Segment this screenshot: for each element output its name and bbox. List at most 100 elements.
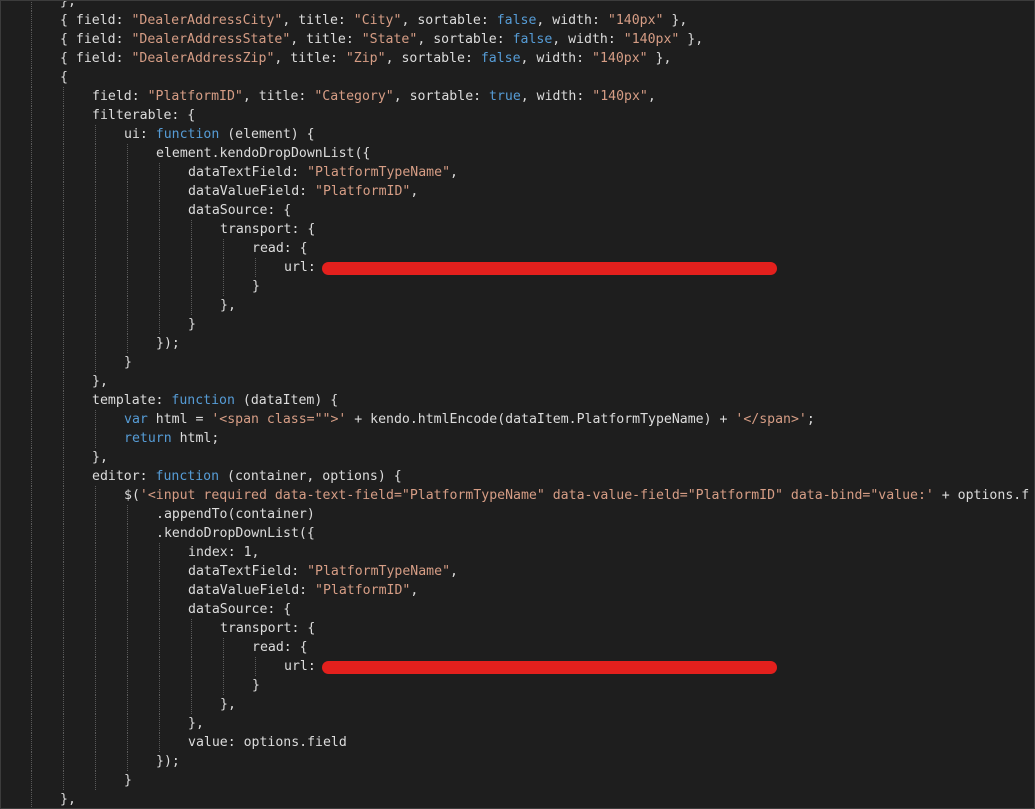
indent-guide — [127, 505, 128, 524]
indent-guide — [223, 657, 224, 676]
code-token: , title: — [274, 51, 346, 66]
code-line: { — [60, 68, 68, 87]
code-line: read: { — [252, 638, 308, 657]
code-token: filterable: { — [92, 108, 196, 123]
code-token: index: 1, — [188, 545, 260, 560]
redaction-mark — [322, 661, 777, 674]
indent-guide — [63, 144, 64, 163]
code-line: ui: function (element) { — [124, 125, 315, 144]
indent-guide — [63, 391, 64, 410]
code-token: , — [410, 583, 419, 598]
indent-guide — [127, 695, 128, 714]
indent-guide — [159, 182, 160, 201]
code-line: }, — [92, 372, 108, 391]
code-token: field: — [92, 89, 148, 104]
code-token: }, — [92, 374, 108, 389]
code-token: .appendTo(container) — [156, 507, 315, 522]
indent-guide — [63, 125, 64, 144]
indent-guide — [63, 600, 64, 619]
indent-guide — [31, 638, 32, 657]
indent-guide — [63, 771, 64, 790]
indent-guide — [127, 619, 128, 638]
indent-guide — [191, 676, 192, 695]
code-token: true — [489, 89, 521, 104]
code-editor[interactable]: },{ field: "DealerAddressCity", title: "… — [0, 0, 1035, 809]
indent-guide — [127, 524, 128, 543]
indent-guide — [191, 619, 192, 638]
code-line: } — [124, 353, 132, 372]
code-token: url: — [284, 659, 324, 674]
indent-guide — [159, 258, 160, 277]
code-token: function — [155, 127, 220, 142]
code-token: var — [124, 412, 148, 427]
code-token: editor: — [92, 469, 156, 484]
indent-guide — [95, 296, 96, 315]
indent-guide — [31, 695, 32, 714]
code-token: transport: { — [220, 222, 316, 237]
indent-guide — [127, 657, 128, 676]
code-token: { field: — [60, 51, 132, 66]
code-token: } — [188, 317, 196, 332]
indent-guide — [31, 524, 32, 543]
code-line: element.kendoDropDownList({ — [156, 144, 370, 163]
indent-guide — [159, 315, 160, 334]
code-token: "PlatformTypeName" — [307, 165, 451, 180]
indent-guide — [95, 429, 96, 448]
code-token: $( — [124, 488, 140, 503]
indent-guide — [31, 144, 32, 163]
indent-guide — [95, 676, 96, 695]
code-token: '<span class="">' — [211, 412, 347, 427]
indent-guide — [127, 581, 128, 600]
code-line: dataValueField: "PlatformID", — [188, 581, 418, 600]
code-token: } — [124, 773, 132, 788]
code-token: dataSource: { — [188, 203, 292, 218]
indent-guide — [127, 733, 128, 752]
code-line: dataTextField: "PlatformTypeName", — [188, 562, 458, 581]
indent-guide — [95, 486, 96, 505]
indent-guide — [255, 258, 256, 277]
indent-guide — [63, 581, 64, 600]
indent-guide — [127, 543, 128, 562]
indent-guide — [63, 562, 64, 581]
code-token: "DealerAddressState" — [131, 32, 291, 47]
code-line: transport: { — [220, 220, 315, 239]
code-token: dataTextField: — [188, 564, 308, 579]
code-token: { — [60, 70, 68, 85]
indent-guide — [63, 467, 64, 486]
indent-guide — [63, 296, 64, 315]
indent-guide — [95, 353, 96, 372]
code-token: false — [512, 32, 553, 47]
indent-guide — [127, 752, 128, 771]
code-line: dataValueField: "PlatformID", — [188, 182, 418, 201]
code-line: var html = '<span class="">' + kendo.htm… — [124, 410, 815, 429]
code-token: "PlatformID" — [315, 583, 411, 598]
indent-guide — [31, 410, 32, 429]
code-token: "PlatformID" — [147, 89, 243, 104]
code-line: }, — [188, 714, 204, 733]
code-line: { field: "DealerAddressZip", title: "Zip… — [60, 49, 671, 68]
indent-guide — [63, 201, 64, 220]
indent-guide — [31, 790, 32, 808]
indent-guide — [159, 638, 160, 657]
code-token: value: options.field — [188, 735, 347, 750]
indent-guide — [95, 771, 96, 790]
code-line: template: function (dataItem) { — [92, 391, 338, 410]
code-token: }); — [156, 336, 180, 351]
indent-guide — [31, 486, 32, 505]
indent-guide — [127, 714, 128, 733]
code-token: "140px" — [592, 89, 648, 104]
indent-guide — [63, 638, 64, 657]
indent-guide — [63, 448, 64, 467]
indent-guide — [95, 657, 96, 676]
code-token: , — [410, 184, 419, 199]
indent-guide — [63, 315, 64, 334]
indent-guide — [223, 676, 224, 695]
indent-guide — [159, 239, 160, 258]
code-token: html = — [147, 412, 212, 427]
indent-guide — [31, 505, 32, 524]
indent-guide — [63, 106, 64, 125]
indent-guide — [127, 163, 128, 182]
indent-guide — [95, 182, 96, 201]
indent-guide — [95, 505, 96, 524]
indent-guide — [31, 201, 32, 220]
